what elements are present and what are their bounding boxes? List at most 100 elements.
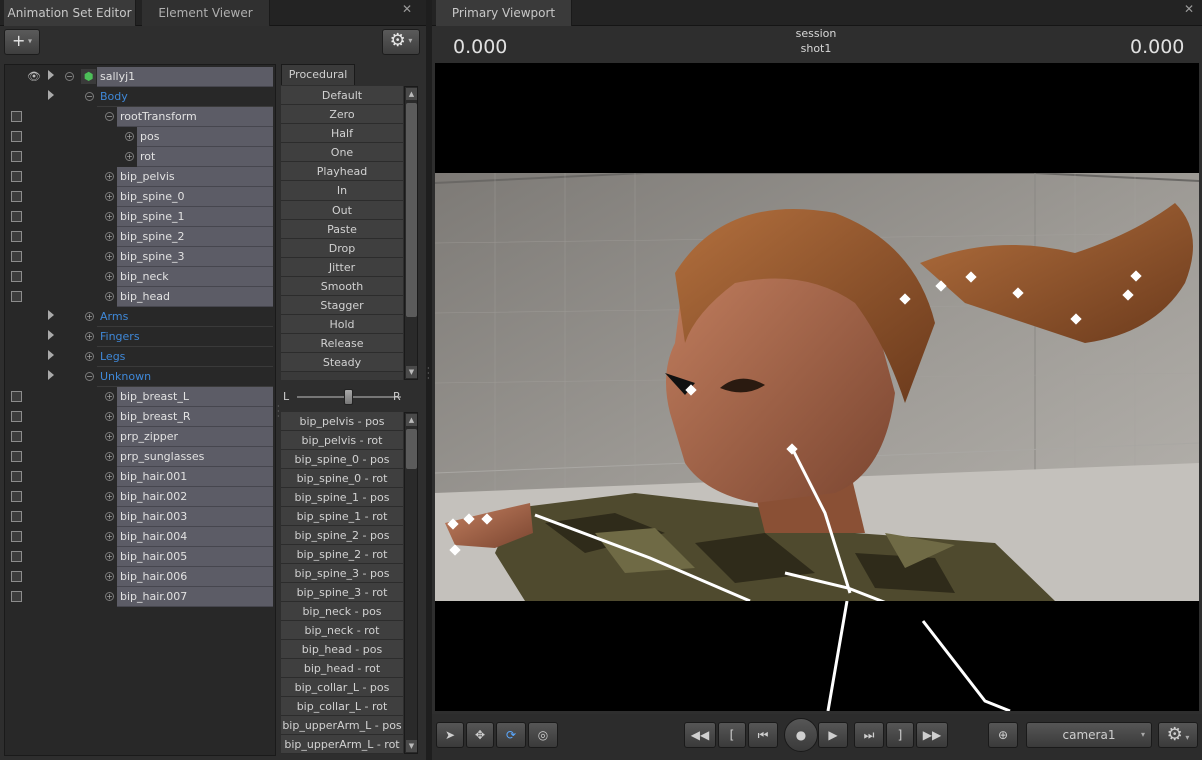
tree-row[interactable]: + bip_hair.007	[5, 587, 277, 607]
scroll-down-icon[interactable]: ▼	[406, 366, 417, 378]
row-checkbox[interactable]	[11, 271, 22, 282]
row-checkbox[interactable]	[11, 531, 22, 542]
channel-item[interactable]: bip_upperArm_L - rot	[281, 735, 403, 754]
channel-item[interactable]: bip_spine_3 - rot	[281, 583, 403, 602]
row-checkbox[interactable]	[11, 211, 22, 222]
expand-icon[interactable]: +	[105, 252, 114, 261]
row-checkbox[interactable]	[11, 191, 22, 202]
scene-render[interactable]	[435, 173, 1199, 601]
add-button[interactable]: + ▾	[4, 29, 40, 55]
collapse-icon[interactable]: −	[65, 72, 74, 81]
blend-slider[interactable]: L R	[281, 384, 419, 410]
channel-item[interactable]: bip_neck - pos	[281, 602, 403, 621]
expand-icon[interactable]: +	[105, 292, 114, 301]
channel-item[interactable]: bip_spine_3 - pos	[281, 564, 403, 583]
preset-item[interactable]: Zero	[281, 105, 403, 125]
row-checkbox[interactable]	[11, 551, 22, 562]
preset-item[interactable]: Release	[281, 334, 403, 354]
row-checkbox[interactable]	[11, 291, 22, 302]
preset-item[interactable]: Steady	[281, 353, 403, 373]
expand-icon[interactable]: +	[85, 332, 94, 341]
tree-row[interactable]: + bip_spine_2	[5, 227, 277, 247]
expand-icon[interactable]: +	[85, 312, 94, 321]
preset-item[interactable]: Paste	[281, 219, 403, 239]
mark-in-button[interactable]: [	[718, 722, 746, 748]
select-tool-button[interactable]: ➤	[436, 722, 464, 748]
expand-icon[interactable]: +	[105, 452, 114, 461]
expand-icon[interactable]: +	[105, 492, 114, 501]
move-tool-button[interactable]: ✥	[466, 722, 494, 748]
tree-row[interactable]: + pos	[5, 127, 277, 147]
channel-item[interactable]: bip_neck - rot	[281, 621, 403, 640]
row-checkbox[interactable]	[11, 131, 22, 142]
tree-row[interactable]: − rootTransform	[5, 107, 277, 127]
tree-row[interactable]: + bip_spine_3	[5, 247, 277, 267]
row-checkbox[interactable]	[11, 171, 22, 182]
row-checkbox[interactable]	[11, 451, 22, 462]
scroll-thumb[interactable]	[406, 103, 417, 317]
channel-scrollbar[interactable]: ▲ ▼	[404, 412, 418, 754]
expand-icon[interactable]: +	[105, 572, 114, 581]
expand-icon[interactable]: +	[105, 552, 114, 561]
eye-icon[interactable]: 👁	[27, 70, 41, 83]
channel-item[interactable]: bip_spine_0 - pos	[281, 450, 403, 469]
expand-arrow-icon[interactable]	[48, 70, 54, 80]
channel-item[interactable]: bip_spine_0 - rot	[281, 469, 403, 488]
close-icon[interactable]: ✕	[402, 2, 412, 16]
preset-item[interactable]: Default	[281, 86, 403, 106]
preset-item[interactable]: Out	[281, 200, 403, 220]
expand-icon[interactable]: +	[105, 192, 114, 201]
channel-item[interactable]: bip_pelvis - pos	[281, 412, 403, 431]
row-checkbox[interactable]	[11, 491, 22, 502]
go-to-start-button[interactable]: ⏮	[748, 722, 778, 748]
expand-icon[interactable]: +	[105, 212, 114, 221]
tree-row[interactable]: + bip_hair.005	[5, 547, 277, 567]
collapse-icon[interactable]: −	[85, 372, 94, 381]
slider-thumb[interactable]	[344, 389, 353, 405]
tree-group-row[interactable]: − Unknown	[5, 367, 277, 387]
row-checkbox[interactable]	[11, 151, 22, 162]
preset-scrollbar[interactable]: ▲ ▼	[404, 86, 418, 380]
tree-row[interactable]: + bip_breast_L	[5, 387, 277, 407]
collapse-icon[interactable]: −	[85, 92, 94, 101]
tree-group-row[interactable]: + Arms	[5, 307, 277, 327]
settings-button[interactable]: ⚙ ▾	[382, 29, 420, 55]
record-button[interactable]: ●	[784, 718, 818, 752]
tree-row[interactable]: + bip_neck	[5, 267, 277, 287]
tree-row[interactable]: + bip_hair.003	[5, 507, 277, 527]
expand-arrow-icon[interactable]	[48, 350, 54, 360]
channel-item[interactable]: bip_upperArm_L - pos	[281, 716, 403, 735]
row-checkbox[interactable]	[11, 231, 22, 242]
tree-row[interactable]: + prp_zipper	[5, 427, 277, 447]
preset-item[interactable]: Hold	[281, 315, 403, 335]
tree-row[interactable]: + rot	[5, 147, 277, 167]
tree-row[interactable]: + prp_sunglasses	[5, 447, 277, 467]
channel-item[interactable]: bip_spine_1 - pos	[281, 488, 403, 507]
tab-element-viewer[interactable]: Element Viewer	[142, 0, 270, 26]
fast-forward-button[interactable]: ▶▶	[916, 722, 948, 748]
expand-icon[interactable]: +	[105, 472, 114, 481]
row-checkbox[interactable]	[11, 471, 22, 482]
scroll-up-icon[interactable]: ▲	[406, 414, 417, 426]
expand-icon[interactable]: +	[105, 592, 114, 601]
tree-row[interactable]: + bip_hair.001	[5, 467, 277, 487]
row-checkbox[interactable]	[11, 431, 22, 442]
channel-item[interactable]: bip_collar_L - rot	[281, 697, 403, 716]
tree-row[interactable]: + bip_hair.004	[5, 527, 277, 547]
expand-arrow-icon[interactable]	[48, 370, 54, 380]
row-checkbox[interactable]	[11, 591, 22, 602]
tree-group-row[interactable]: + Legs	[5, 347, 277, 367]
expand-arrow-icon[interactable]	[48, 330, 54, 340]
channel-item[interactable]: bip_head - rot	[281, 659, 403, 678]
expand-icon[interactable]: +	[125, 152, 134, 161]
camera-target-button[interactable]: ⊕	[988, 722, 1018, 748]
go-to-end-button[interactable]: ⏭	[854, 722, 884, 748]
tree-row[interactable]: + bip_spine_1	[5, 207, 277, 227]
preset-item[interactable]: Stagger	[281, 296, 403, 316]
3d-viewport[interactable]	[435, 63, 1199, 711]
preset-item[interactable]: Half	[281, 124, 403, 144]
channel-item[interactable]: bip_spine_2 - rot	[281, 545, 403, 564]
preset-item[interactable]: Playhead	[281, 162, 403, 182]
rotate-tool-button[interactable]: ⟳	[496, 722, 526, 748]
tree-group-row[interactable]: − Body	[5, 87, 277, 107]
